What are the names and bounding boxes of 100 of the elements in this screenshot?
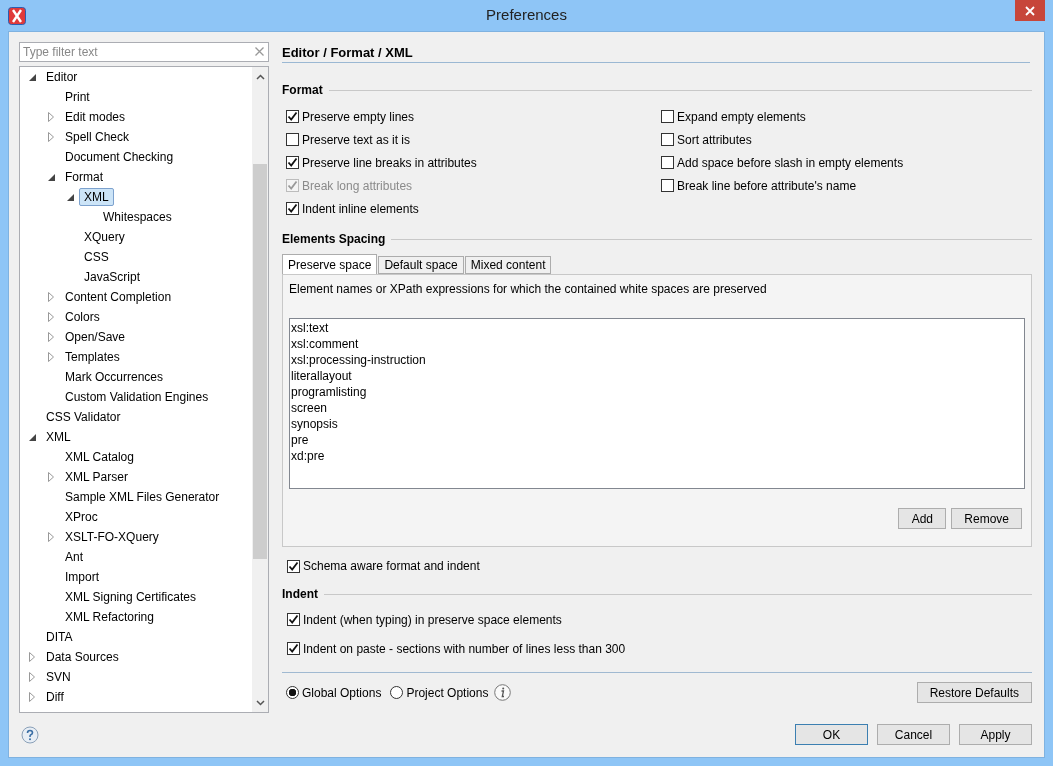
list-item[interactable]: programlisting — [291, 384, 1023, 400]
app-logo-icon — [8, 6, 26, 25]
expanded-arrow-icon[interactable] — [47, 173, 55, 181]
section-heading: Indent — [282, 587, 318, 601]
tree-item[interactable]: JavaScript — [79, 268, 146, 286]
option-label: Break line before attribute's name — [677, 178, 857, 193]
section-heading: Format — [282, 83, 323, 97]
tree-item[interactable]: XML — [41, 428, 76, 446]
checkbox[interactable] — [661, 179, 674, 192]
tree-item[interactable]: Format — [60, 168, 108, 186]
tree-item[interactable]: Editor — [41, 68, 83, 86]
tree-item[interactable]: Spell Check — [60, 128, 135, 146]
tab[interactable]: Preserve space — [282, 254, 378, 274]
tree-item[interactable]: XML Parser — [60, 468, 133, 486]
window-title: Preferences — [486, 6, 567, 23]
radio-label: Project Options — [406, 685, 489, 700]
close-icon — [1025, 5, 1035, 16]
tree-item[interactable]: Templates — [60, 348, 125, 366]
scrollbar-thumb[interactable] — [253, 164, 267, 559]
tree-item[interactable]: XML Signing Certificates — [60, 588, 201, 606]
checkbox[interactable] — [286, 156, 299, 169]
checkbox[interactable] — [287, 559, 300, 573]
close-button[interactable] — [1015, 0, 1045, 21]
list-item[interactable]: synopsis — [291, 416, 1023, 432]
option-label: Add space before slash in empty elements — [677, 155, 904, 170]
list-item[interactable]: screen — [291, 400, 1023, 416]
checkbox[interactable] — [286, 202, 299, 215]
checkbox[interactable] — [286, 133, 299, 146]
scroll-down-icon[interactable] — [255, 700, 265, 706]
tree-item[interactable]: Document Checking — [60, 148, 179, 166]
tree-item[interactable]: Whitespaces — [98, 208, 177, 226]
option-label: Schema aware format and indent — [303, 559, 480, 573]
dialog-button[interactable]: Apply — [959, 724, 1032, 745]
tree-item[interactable]: Diff — [41, 688, 69, 706]
tree-item[interactable]: DITA — [41, 628, 78, 646]
help-icon[interactable] — [21, 726, 39, 744]
tree-item[interactable]: XML — [79, 188, 114, 206]
tree-item[interactable]: Mark Occurrences — [60, 368, 169, 386]
checkbox[interactable] — [286, 110, 299, 123]
tree-item[interactable]: XProc — [60, 508, 103, 526]
tree-item[interactable]: Open/Save — [60, 328, 131, 346]
checkbox[interactable] — [661, 156, 674, 169]
radio-button[interactable] — [286, 686, 299, 699]
list-item[interactable]: xsl:text — [291, 320, 1023, 336]
tree-item[interactable]: XML Catalog — [60, 448, 139, 466]
tree-item[interactable]: CSS Validator — [41, 408, 126, 426]
tree-item[interactable]: Data Sources — [41, 648, 124, 666]
tree-item[interactable]: CSS — [79, 248, 114, 266]
tree-item[interactable]: SVN — [41, 668, 76, 686]
tree-item[interactable]: Custom Validation Engines — [60, 388, 214, 406]
expanded-arrow-icon[interactable] — [28, 433, 36, 441]
scroll-up-icon[interactable] — [255, 74, 265, 80]
option-label: Preserve empty lines — [302, 109, 415, 124]
dialog-button[interactable]: Cancel — [877, 724, 950, 745]
filter-field[interactable]: Type filter text — [19, 42, 269, 62]
tree-item[interactable]: XSLT-FO-XQuery — [60, 528, 164, 546]
expanded-arrow-icon[interactable] — [28, 73, 36, 81]
restore-defaults-button[interactable]: Restore Defaults — [916, 682, 1032, 703]
checkbox[interactable] — [287, 642, 300, 655]
page-title: Editor / Format / XML — [282, 45, 1030, 63]
tree-item[interactable]: Content Completion — [60, 288, 177, 306]
radio-label: Global Options — [302, 685, 382, 700]
list-item[interactable]: xd:pre — [291, 448, 1023, 464]
collapsed-arrow-icon[interactable] — [48, 532, 54, 542]
list-action-button[interactable]: Remove — [951, 508, 1022, 529]
tree-item[interactable]: Ant — [60, 548, 88, 566]
checkbox[interactable] — [661, 110, 674, 123]
tree-item[interactable]: Edit modes — [60, 108, 131, 126]
option-label: Sort attributes — [677, 132, 752, 147]
list-action-button[interactable]: Add — [898, 508, 947, 529]
section-heading: Elements Spacing — [282, 232, 386, 246]
tab[interactable]: Mixed content — [464, 256, 552, 274]
option-label: Expand empty elements — [677, 109, 806, 124]
list-item[interactable]: pre — [291, 432, 1023, 448]
list-item[interactable]: literallayout — [291, 368, 1023, 384]
radio-button[interactable] — [390, 686, 404, 699]
option-label: Indent inline elements — [302, 201, 419, 216]
option-label: Indent on paste - sections with number of lines less than 300 — [303, 641, 626, 656]
clear-icon[interactable] — [255, 47, 264, 56]
tree-item[interactable]: XQuery — [79, 228, 130, 246]
collapsed-arrow-icon[interactable] — [48, 472, 54, 482]
list-item[interactable]: xsl:comment — [291, 336, 1023, 352]
checkbox[interactable] — [661, 133, 674, 146]
tree-item[interactable]: XML Refactoring — [60, 608, 159, 626]
dialog-button[interactable]: OK — [795, 724, 868, 745]
option-label: Preserve text as it is — [302, 132, 411, 147]
checkbox[interactable] — [287, 613, 300, 626]
option-label: Preserve line breaks in attributes — [302, 155, 477, 170]
list-item[interactable]: xsl:processing-instruction — [291, 352, 1023, 368]
tree-item[interactable]: Sample XML Files Generator — [60, 488, 225, 506]
tree-item[interactable]: Colors — [60, 308, 105, 326]
scrollbar[interactable] — [252, 67, 268, 712]
description-text: Element names or XPath expressions for which the contained white spaces are preserved — [289, 282, 768, 296]
tree-item[interactable]: Print — [60, 88, 95, 106]
expanded-arrow-icon[interactable] — [66, 193, 74, 201]
option-label: Break long attributes — [302, 178, 413, 193]
option-label: Indent (when typing) in preserve space elements — [303, 612, 562, 627]
tab[interactable]: Default space — [378, 256, 464, 274]
info-icon[interactable] — [494, 684, 512, 701]
tree-item[interactable]: Import — [60, 568, 104, 586]
